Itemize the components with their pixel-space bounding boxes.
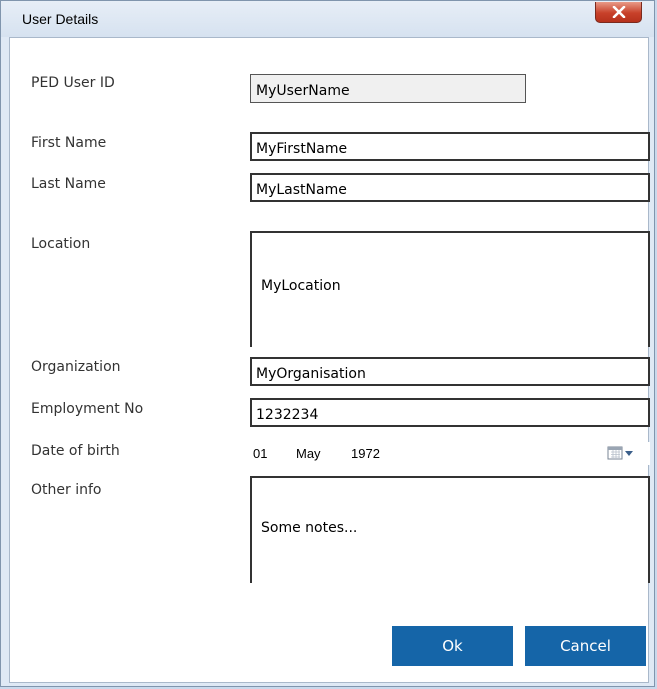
dob-day[interactable]: 01 bbox=[253, 446, 267, 461]
location-field[interactable]: MyLocation bbox=[250, 231, 650, 347]
calendar-icon bbox=[607, 446, 633, 460]
last-name-field[interactable] bbox=[250, 173, 650, 202]
organization-label: Organization bbox=[31, 359, 121, 375]
ped-user-id-field[interactable] bbox=[250, 74, 526, 103]
dob-year[interactable]: 1972 bbox=[351, 446, 380, 461]
cancel-button[interactable]: Cancel bbox=[525, 626, 646, 666]
calendar-dropdown-button[interactable] bbox=[607, 445, 641, 462]
ped-user-id-label: PED User ID bbox=[31, 75, 115, 91]
last-name-label: Last Name bbox=[31, 176, 106, 192]
user-details-dialog: User Details PED User ID First Name Last… bbox=[0, 0, 655, 687]
resize-tick bbox=[648, 337, 650, 347]
ok-button[interactable]: Ok bbox=[392, 626, 513, 666]
location-label: Location bbox=[31, 236, 91, 252]
dob-month[interactable]: May bbox=[296, 446, 321, 461]
other-info-field[interactable]: Some notes... bbox=[250, 476, 650, 583]
other-info-value: Some notes... bbox=[261, 520, 358, 536]
close-button[interactable] bbox=[595, 2, 642, 23]
first-name-field[interactable] bbox=[250, 132, 650, 161]
title-bar: User Details bbox=[1, 1, 654, 37]
date-of-birth-label: Date of birth bbox=[31, 443, 120, 459]
first-name-label: First Name bbox=[31, 135, 107, 151]
dialog-content: PED User ID First Name Last Name Locatio… bbox=[9, 37, 650, 683]
resize-tick bbox=[250, 573, 252, 583]
close-icon bbox=[612, 6, 625, 18]
other-info-label: Other info bbox=[31, 482, 102, 498]
location-value: MyLocation bbox=[261, 278, 341, 294]
employment-no-field[interactable] bbox=[250, 398, 650, 427]
employment-no-label: Employment No bbox=[31, 401, 144, 417]
window-title: User Details bbox=[22, 11, 99, 27]
resize-tick bbox=[250, 337, 252, 347]
resize-tick bbox=[648, 573, 650, 583]
date-of-birth-picker[interactable]: 01 May 1972 bbox=[250, 442, 650, 465]
organization-field[interactable] bbox=[250, 357, 650, 386]
